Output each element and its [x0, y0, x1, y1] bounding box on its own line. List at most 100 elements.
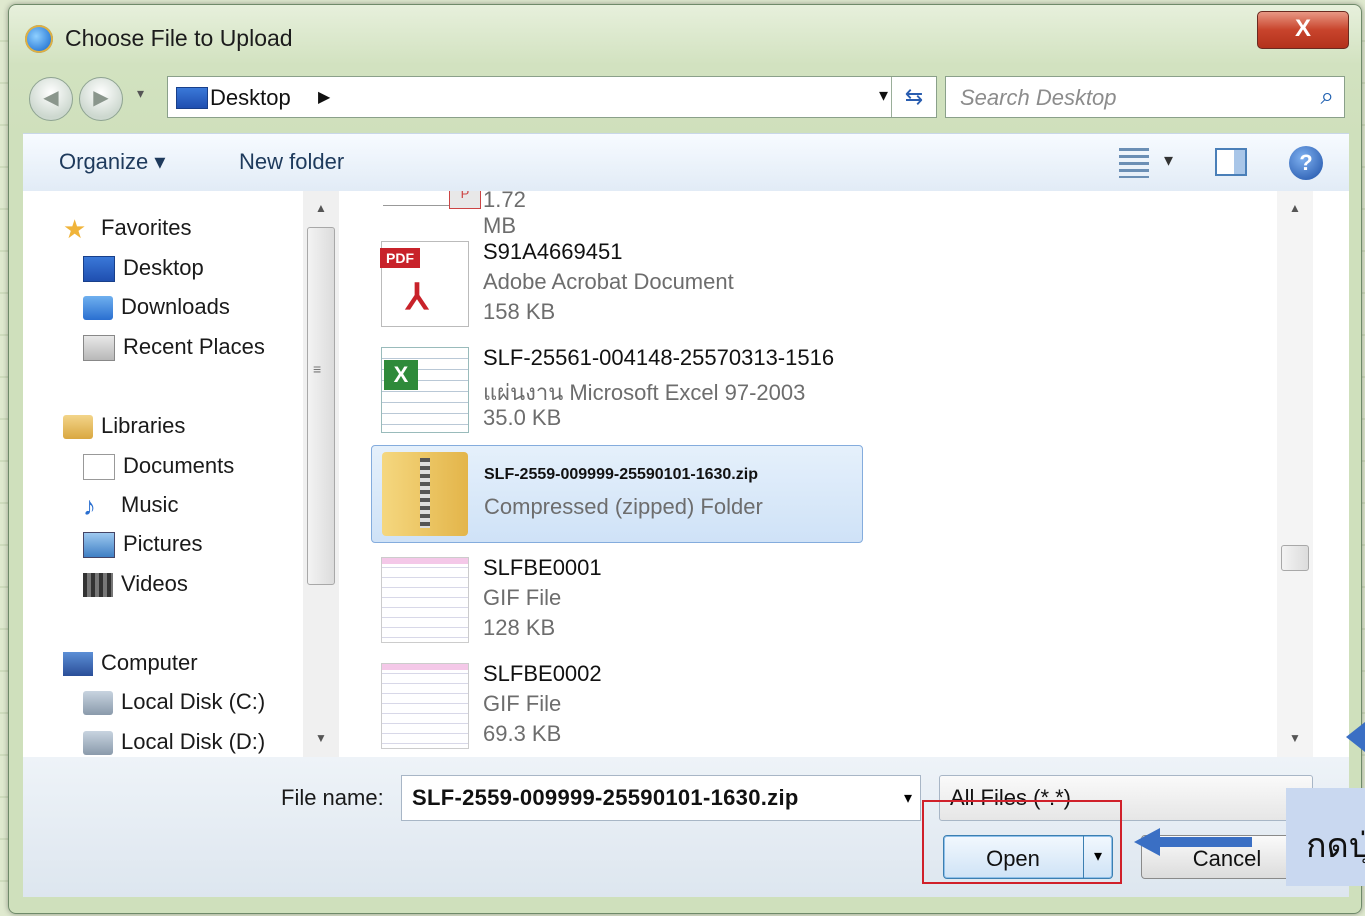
breadcrumb-chevron-icon[interactable]: ▶	[318, 87, 330, 107]
list-item-selected[interactable]: SLF-2559-009999-25590101-1630.zip Compre…	[371, 445, 863, 543]
scrollbar-grip-icon: ≡	[313, 361, 322, 377]
list-item[interactable]: PDF ⅄ S91A4669451 Adobe Acrobat Document …	[371, 235, 861, 331]
pdf-icon: PDF ⅄	[380, 241, 469, 327]
file-size: 69.3 KB	[483, 721, 562, 746]
help-icon[interactable]: ?	[1289, 146, 1323, 180]
sidebar-item-label: Documents	[123, 453, 235, 478]
list-item[interactable]: SLFBE0001 GIF File 128 KB	[371, 551, 861, 647]
arrow-left-icon	[1134, 828, 1252, 856]
scroll-up-arrow-icon[interactable]: ▲	[1277, 197, 1313, 219]
navigation-pane: ★ Favorites Desktop Downloads Recent Plac…	[23, 191, 301, 757]
instruction-callout: กดปุ่ม	[1286, 788, 1365, 886]
back-button[interactable]: ◀	[29, 77, 73, 121]
local-disk-icon	[83, 731, 113, 756]
navigation-bar: ◀ ▶ ▾ Desktop ▶ ▾ ⇆ Search Desktop ⌕	[23, 71, 1351, 125]
callout-text: กดปุ่ม	[1306, 827, 1365, 865]
navigation-pane-scrollbar[interactable]: ▲ ≡ ▼	[303, 191, 339, 757]
sidebar-item-libraries[interactable]: Libraries	[63, 413, 185, 443]
sidebar-item-pictures[interactable]: Pictures	[83, 531, 202, 561]
sidebar-item-label: Favorites	[101, 215, 192, 240]
scrollbar-thumb[interactable]	[1281, 545, 1309, 571]
command-bar: Organize ▾ New folder ▾ ?	[23, 133, 1349, 193]
sidebar-item-downloads[interactable]: Downloads	[83, 294, 230, 324]
search-icon[interactable]: ⌕	[1321, 83, 1334, 111]
file-list-scrollbar[interactable]: ▲ ▼	[1277, 191, 1313, 757]
sidebar-item-label: Desktop	[123, 255, 204, 280]
thumbnail-edge	[383, 205, 449, 206]
chevron-down-icon[interactable]: ▾	[904, 788, 912, 808]
powerpoint-icon: P	[449, 191, 481, 209]
search-input[interactable]: Search Desktop ⌕	[945, 76, 1345, 118]
zip-folder-icon	[382, 452, 468, 536]
arrow-left-icon	[1346, 722, 1365, 752]
scroll-down-arrow-icon[interactable]: ▼	[1277, 727, 1313, 749]
new-folder-button[interactable]: New folder	[239, 149, 344, 175]
refresh-button[interactable]: ⇆	[891, 77, 936, 117]
file-size: 35.0 KB	[483, 405, 562, 430]
address-location: Desktop	[210, 85, 291, 110]
file-type: GIF File	[483, 691, 562, 716]
file-size: 158 KB	[483, 299, 556, 324]
file-type: Compressed (zipped) Folder	[484, 494, 763, 519]
file-name-label: File name:	[281, 785, 384, 810]
computer-icon	[63, 652, 93, 677]
address-dropdown-icon[interactable]: ▾	[879, 85, 888, 106]
sidebar-item-computer[interactable]: Computer	[63, 650, 198, 680]
content-area: ★ Favorites Desktop Downloads Recent Plac…	[23, 191, 1349, 757]
sidebar-item-label: Libraries	[101, 413, 186, 438]
recent-locations-dropdown[interactable]: ▾	[137, 85, 144, 102]
sidebar-item-label: Downloads	[121, 294, 230, 319]
file-name-value: SLF-2559-009999-25590101-1630.zip	[412, 785, 799, 810]
videos-icon	[83, 573, 113, 598]
file-dialog: Choose File to Upload X ◀ ▶ ▾ Desktop ▶ …	[8, 4, 1362, 914]
gif-thumbnail-icon	[381, 557, 469, 643]
file-name-field[interactable]: SLF-2559-009999-25590101-1630.zip ▾	[401, 775, 921, 821]
list-item[interactable]: X SLF-25561-004148-25570313-1516 แผ่นงาน…	[371, 341, 861, 437]
search-placeholder: Search Desktop	[960, 85, 1117, 110]
sidebar-item-favorites[interactable]: ★ Favorites	[63, 215, 191, 245]
sidebar-item-local-disk-d[interactable]: Local Disk (D:)	[83, 729, 265, 759]
gif-thumbnail-icon	[381, 663, 469, 749]
file-size: 128 KB	[483, 615, 556, 640]
scroll-up-arrow-icon[interactable]: ▲	[303, 197, 339, 219]
local-disk-icon	[83, 691, 113, 716]
sidebar-item-label: Computer	[101, 650, 198, 675]
sidebar-item-desktop[interactable]: Desktop	[83, 255, 204, 285]
scroll-down-arrow-icon[interactable]: ▼	[303, 727, 339, 749]
sidebar-item-label: Recent Places	[123, 334, 265, 359]
address-bar[interactable]: Desktop ▶ ▾ ⇆	[167, 76, 937, 118]
scrollbar-thumb[interactable]	[307, 227, 335, 585]
organize-button[interactable]: Organize ▾	[59, 149, 165, 175]
preview-pane-icon[interactable]	[1215, 148, 1247, 176]
documents-icon	[83, 454, 115, 481]
downloads-icon	[83, 296, 113, 321]
sidebar-item-recent-places[interactable]: Recent Places	[83, 334, 265, 364]
open-button-highlight	[922, 800, 1122, 884]
change-view-icon[interactable]	[1119, 148, 1149, 178]
file-type: Adobe Acrobat Document	[483, 269, 734, 294]
libraries-icon	[63, 415, 93, 440]
close-button[interactable]: X	[1257, 11, 1349, 49]
sidebar-item-label: Videos	[121, 571, 188, 596]
dialog-title: Choose File to Upload	[65, 25, 293, 51]
sidebar-item-label: Local Disk (C:)	[121, 689, 266, 714]
view-options-dropdown-icon[interactable]: ▾	[1164, 150, 1173, 171]
list-item[interactable]: SLFBE0002 GIF File 69.3 KB	[371, 657, 861, 753]
file-name: SLF-2559-009999-25590101-1630.zip	[484, 466, 758, 483]
recent-places-icon	[83, 335, 115, 362]
desktop-icon	[176, 87, 208, 109]
forward-button[interactable]: ▶	[79, 77, 123, 121]
desktop-icon	[83, 256, 115, 283]
sidebar-item-local-disk-c[interactable]: Local Disk (C:)	[83, 689, 265, 719]
sidebar-item-videos[interactable]: Videos	[83, 571, 188, 601]
star-icon: ★	[63, 214, 87, 245]
sidebar-item-documents[interactable]: Documents	[83, 453, 234, 483]
file-name: SLFBE0001	[483, 555, 602, 580]
internet-explorer-icon	[25, 25, 53, 53]
file-type: GIF File	[483, 585, 562, 610]
file-list: P 1.72 MB PDF ⅄ S91A4669451 Adobe Acrobat…	[343, 191, 1313, 757]
sidebar-item-music[interactable]: ♪ Music	[83, 492, 178, 522]
sidebar-item-label: Local Disk (D:)	[121, 729, 266, 754]
sidebar-item-label: Pictures	[123, 531, 203, 556]
file-name: S91A4669451	[483, 239, 623, 264]
